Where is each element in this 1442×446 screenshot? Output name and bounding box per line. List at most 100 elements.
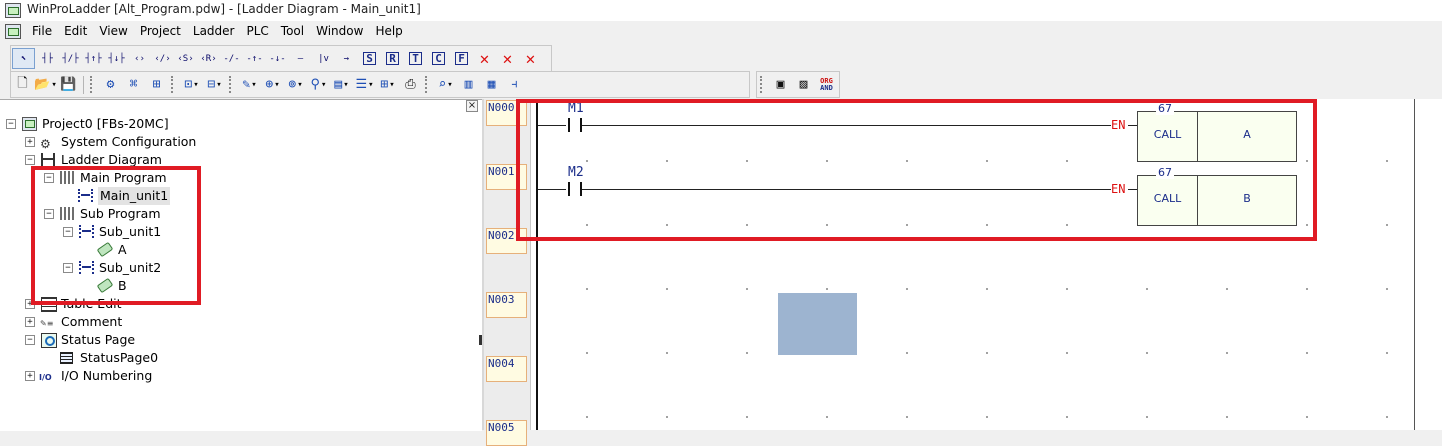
menu-window[interactable]: Window <box>310 24 369 38</box>
reset-box-button[interactable]: R <box>382 49 403 68</box>
delete-row-icon[interactable]: ✕ <box>497 49 518 68</box>
select-pointer-icon[interactable]: ⬉ <box>12 48 35 69</box>
arrow-line-icon[interactable]: → <box>336 49 357 68</box>
zoom-icon[interactable]: ⌕ <box>435 75 456 94</box>
collapse-icon[interactable]: − <box>25 155 35 165</box>
ladder-instruction-toolbar: ⬉ ┤├ ┤/├ ┤↑├ ┤↓├ ‹› ‹/› ‹S› ‹R› -/- -↑- … <box>10 45 552 72</box>
nc-contact-icon[interactable]: ┤/├ <box>60 49 81 68</box>
edit-tool-icon[interactable]: ✎ <box>239 75 260 94</box>
comment-icon: ✎≡ <box>40 319 54 328</box>
main-toolbar: 🗋 📂 💾 ⚙ ⌘ ⊞ ⊡ ⊟ ✎ ⊕ ⊚ ⚲ ▤ ☰ ⊞ ⎙ ⌕ ▥ ▦ ⫞ <box>10 71 750 98</box>
set-box-label: S <box>363 52 376 65</box>
menu-project[interactable]: Project <box>134 24 187 38</box>
toolbar-grip <box>229 76 234 93</box>
vertical-line-icon[interactable]: |v <box>313 49 334 68</box>
highlight-box <box>31 166 201 305</box>
org-and-button[interactable]: ORG AND <box>816 75 837 94</box>
project-config-icon[interactable]: ⚙ <box>100 75 121 94</box>
set-coil-icon[interactable]: ‹S› <box>175 49 196 68</box>
timer-box-button[interactable]: T <box>405 49 426 68</box>
tree-label: I/O Numbering <box>61 368 153 383</box>
function-box-label: F <box>455 52 468 65</box>
io-numbering-icon: I/O <box>39 373 52 382</box>
timer-box-label: T <box>409 52 422 65</box>
rung-label[interactable]: N004 <box>486 356 527 382</box>
rung-label[interactable]: N005 <box>486 420 527 446</box>
status-page-icon <box>41 333 57 348</box>
ladder-cursor[interactable] <box>778 293 857 355</box>
counter-box-label: C <box>432 52 445 65</box>
open-folder-icon[interactable]: 📂 <box>34 75 56 94</box>
reset-coil-icon[interactable]: ‹R› <box>198 49 219 68</box>
right-power-rail <box>1414 99 1415 430</box>
splitter-handle[interactable] <box>479 335 482 345</box>
ladder-diagram-icon <box>41 153 55 166</box>
inverse-coil-icon[interactable]: ‹/› <box>152 49 173 68</box>
printer-icon[interactable]: ⎙ <box>400 75 421 94</box>
monitor-icon[interactable]: ⊡ <box>181 75 202 94</box>
contact-replace-icon[interactable]: ⫞ <box>504 75 525 94</box>
falling-contact-icon[interactable]: ┤↓├ <box>106 49 127 68</box>
horizontal-line-icon[interactable]: — <box>290 49 311 68</box>
collapse-icon[interactable]: − <box>6 119 16 129</box>
expand-icon[interactable]: + <box>25 137 35 147</box>
check-icon[interactable]: ⊞ <box>146 75 167 94</box>
output-coil-icon[interactable]: ‹› <box>129 49 150 68</box>
project-tree-panel: × − Project0 [FBs-20MC] + ⚙ System Confi… <box>0 99 482 431</box>
no-contact-icon[interactable]: ┤├ <box>37 49 58 68</box>
inverse-icon[interactable]: -/- <box>221 49 242 68</box>
rung-label[interactable]: N003 <box>486 292 527 318</box>
menu-tool[interactable]: Tool <box>275 24 310 38</box>
title-bar: WinProLadder [Alt_Program.pdw] - [Ladder… <box>0 0 1442 22</box>
find-icon[interactable]: ⚲ <box>308 75 329 94</box>
window-title: WinProLadder [Alt_Program.pdw] - [Ladder… <box>27 2 421 16</box>
collapse-icon[interactable]: − <box>25 335 35 345</box>
falling-pulse-icon[interactable]: -↓- <box>267 49 288 68</box>
project-icon <box>22 117 37 131</box>
function-box-button[interactable]: F <box>451 49 472 68</box>
menu-view[interactable]: View <box>93 24 133 38</box>
rising-pulse-icon[interactable]: -↑- <box>244 49 265 68</box>
menu-file[interactable]: File <box>26 24 58 38</box>
tree-label: Project0 [FBs-20MC] <box>42 116 169 131</box>
register-icon[interactable]: ⊕ <box>262 75 283 94</box>
calculator-icon[interactable]: ▣ <box>770 75 791 94</box>
row-insert-icon[interactable]: ▥ <box>458 75 479 94</box>
document-icon[interactable] <box>5 24 21 39</box>
pdw-icon[interactable]: ▤ <box>331 75 352 94</box>
compile-icon[interactable]: ⌘ <box>123 75 144 94</box>
extra-toolbar: ▣ ▨ ORG AND <box>756 71 840 98</box>
search-device-icon[interactable]: ⊚ <box>285 75 306 94</box>
table-icon[interactable]: ⊟ <box>204 75 225 94</box>
tree-label: Status Page <box>61 332 136 347</box>
list-icon[interactable]: ☰ <box>354 75 375 94</box>
counter-box-button[interactable]: C <box>428 49 449 68</box>
tree-label: StatusPage0 <box>80 350 159 365</box>
menu-edit[interactable]: Edit <box>58 24 93 38</box>
reset-box-label: R <box>386 52 399 65</box>
delete-column-icon[interactable]: ✕ <box>520 49 541 68</box>
toolbar-separator <box>83 75 84 94</box>
menu-ladder[interactable]: Ladder <box>187 24 241 38</box>
column-insert-icon[interactable]: ▦ <box>481 75 502 94</box>
expand-icon[interactable]: + <box>25 317 35 327</box>
io-icon[interactable]: ⊞ <box>377 75 398 94</box>
chart-icon[interactable]: ▨ <box>793 75 814 94</box>
new-file-icon[interactable]: 🗋 <box>12 75 33 94</box>
menu-plc[interactable]: PLC <box>240 24 274 38</box>
save-icon[interactable]: 💾 <box>58 75 79 94</box>
set-box-button[interactable]: S <box>359 49 380 68</box>
toolbar-grip <box>425 76 430 93</box>
status-sheet-icon <box>60 352 73 364</box>
highlight-box <box>516 99 1317 241</box>
menu-bar: File Edit View Project Ladder PLC Tool W… <box>0 21 1442 42</box>
menu-help[interactable]: Help <box>369 24 408 38</box>
system-config-icon: ⚙ <box>40 137 51 151</box>
rising-contact-icon[interactable]: ┤↑├ <box>83 49 104 68</box>
delete-icon[interactable]: ✕ <box>474 49 495 68</box>
expand-icon[interactable]: + <box>25 371 35 381</box>
project-tree: − Project0 [FBs-20MC] + ⚙ System Configu… <box>0 100 482 431</box>
tree-label: System Configuration <box>61 134 197 149</box>
and-label: AND <box>820 83 833 92</box>
tree-label: Comment <box>61 314 123 329</box>
